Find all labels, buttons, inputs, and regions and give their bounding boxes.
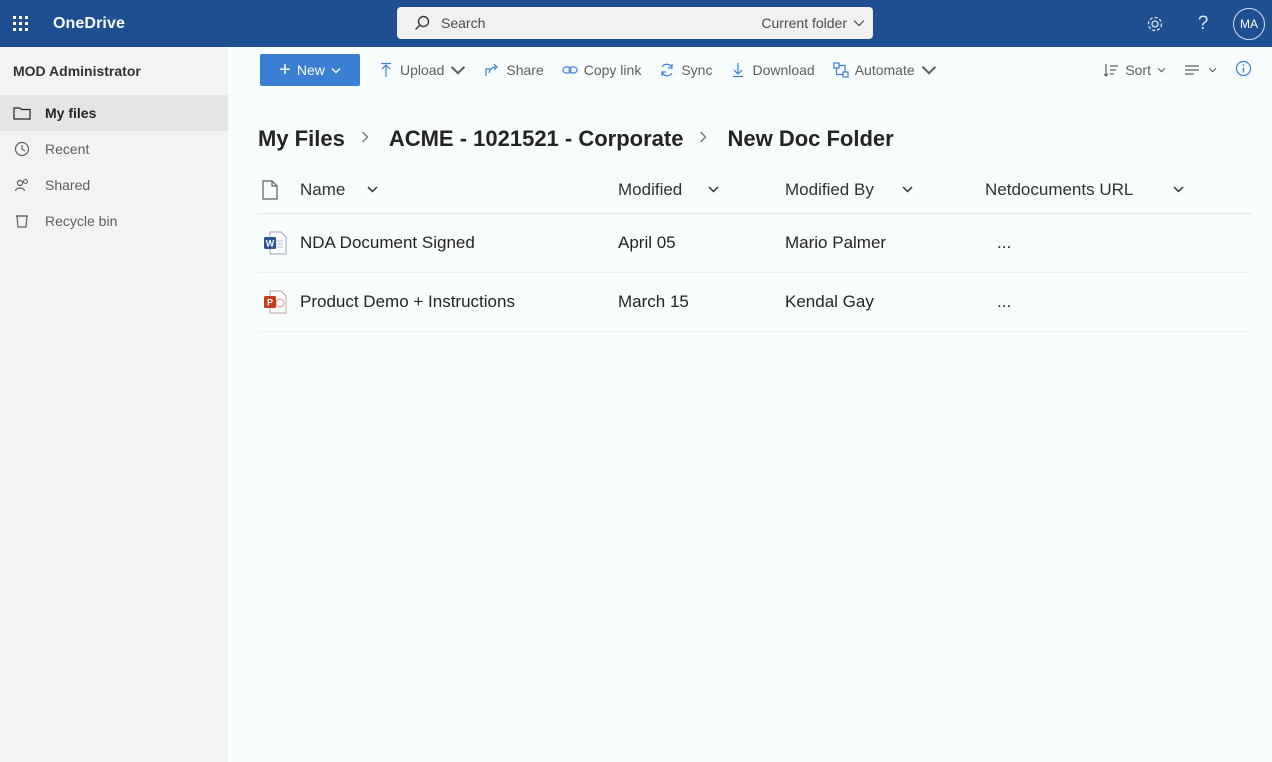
column-header-name[interactable]: Name [300,166,618,214]
file-type-icon [262,179,278,200]
modified-by: Mario Palmer [785,233,887,252]
plus-icon: + [279,59,291,81]
search-input[interactable]: Search [441,15,761,31]
gear-icon [1147,16,1163,31]
nav-item-recycle-bin[interactable]: Recycle bin [0,203,228,239]
search-scope-label: Current folder [761,15,847,31]
info-icon [1235,60,1252,77]
recycle-bin-icon [13,212,31,230]
netdocuments-url[interactable]: ... [985,233,1251,253]
netdocuments-url[interactable]: ... [985,292,1251,312]
word-file-icon: W [258,230,300,256]
chevron-down-icon [853,20,865,27]
automate-label: Automate [854,62,915,78]
sync-button[interactable]: Sync [659,62,712,78]
modified-date: March 15 [618,292,689,311]
nav-item-label: Recycle bin [45,213,118,229]
column-header-label: Modified [618,179,683,199]
sort-label: Sort [1125,62,1151,78]
chevron-down-icon [331,67,341,73]
table-row[interactable]: W NDA Document Signed April 05 Mario Pal… [258,214,1251,273]
file-list: Name Modified Modified By Netdocuments U… [258,166,1251,332]
chevron-right-icon [361,130,369,148]
copy-link-label: Copy link [583,62,642,78]
column-header-label: Modified By [785,179,874,199]
file-type-column-header[interactable] [258,166,300,214]
breadcrumb-item-my-files[interactable]: My Files [258,126,345,152]
upload-icon [381,62,391,77]
waffle-icon [12,16,28,31]
app-launcher-button[interactable] [0,0,40,47]
search-scope-dropdown[interactable]: Current folder [761,15,865,31]
column-header-label: Name [300,179,346,199]
app-name[interactable]: OneDrive [53,15,125,33]
automate-icon [833,62,849,78]
modified-by: Kendal Gay [785,292,874,311]
settings-button[interactable] [1131,0,1179,47]
left-navigation: MOD Administrator My files Recent Shared… [0,47,228,762]
powerpoint-file-icon: P [258,289,300,315]
help-icon: ? [1197,12,1209,34]
chevron-down-icon [451,66,466,75]
nav-user-name: MOD Administrator [13,63,141,79]
sync-icon [661,63,673,77]
chevron-down-icon [1208,67,1217,73]
nav-item-my-files[interactable]: My files [0,95,228,131]
people-icon [13,176,31,194]
sync-label: Sync [681,62,713,78]
chevron-down-icon [367,186,378,193]
column-header-modified-by[interactable]: Modified By [785,166,985,214]
modified-date: April 05 [618,233,676,252]
column-header-label: Netdocuments URL [985,179,1134,199]
nav-item-shared[interactable]: Shared [0,167,228,203]
file-name-link[interactable]: NDA Document Signed [300,233,618,253]
chevron-down-icon [708,186,719,193]
view-options-button[interactable] [1184,63,1217,77]
suite-bar: OneDrive Search Current folder ? MA [0,0,1272,47]
share-icon [485,63,499,76]
svg-text:P: P [267,298,273,308]
avatar[interactable]: MA [1233,7,1265,40]
nav-item-label: Recent [45,141,90,157]
chevron-down-icon [902,186,913,193]
chevron-down-icon [921,66,936,75]
new-button-label: New [296,62,325,78]
svg-text:W: W [266,239,275,249]
column-header-modified[interactable]: Modified [618,166,785,214]
share-label: Share [506,62,544,78]
link-icon [562,66,578,74]
column-header-netdocuments-url[interactable]: Netdocuments URL [985,166,1251,214]
automate-button[interactable]: Automate [833,62,937,78]
breadcrumb-item-acme[interactable]: ACME - 1021521 - Corporate [389,126,684,152]
list-view-icon [1185,65,1199,75]
folder-icon [13,104,31,122]
copy-link-button[interactable]: Copy link [562,62,642,78]
file-list-header: Name Modified Modified By Netdocuments U… [258,166,1251,214]
sort-button[interactable]: Sort [1103,62,1166,78]
download-button[interactable]: Download [730,62,815,78]
download-icon [733,63,744,78]
history-icon [13,140,31,158]
upload-label: Upload [400,62,445,78]
nav-item-recent[interactable]: Recent [0,131,228,167]
command-bar: + New Upload Share Copy link Sync Downlo… [228,47,1272,93]
download-label: Download [752,62,815,78]
chevron-down-icon [1173,186,1184,193]
upload-button[interactable]: Upload [378,62,466,78]
share-button[interactable]: Share [484,62,544,78]
chevron-down-icon [1157,67,1166,73]
nav-item-label: Shared [45,177,91,193]
breadcrumb-item-current-folder: New Doc Folder [727,126,894,151]
search-box[interactable]: Search Current folder [397,7,873,39]
table-row[interactable]: P Product Demo + Instructions March 15 K… [258,273,1251,332]
help-button[interactable]: ? [1179,0,1227,47]
nav-item-label: My files [45,105,97,121]
search-icon [415,15,430,30]
new-button[interactable]: + New [260,54,360,86]
chevron-right-icon [699,130,707,148]
breadcrumb: My Files ACME - 1021521 - Corporate New … [258,126,894,152]
info-button[interactable] [1235,60,1252,80]
file-name-link[interactable]: Product Demo + Instructions [300,292,618,312]
sort-icon [1103,64,1119,77]
